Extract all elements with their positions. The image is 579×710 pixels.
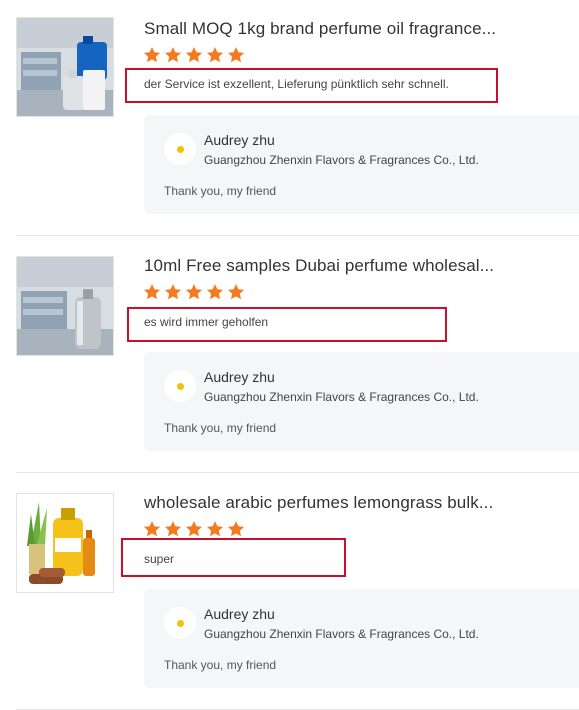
highlight-box [121, 538, 346, 577]
star-icon [164, 47, 182, 63]
star-icon [227, 284, 245, 300]
seller-avatar [164, 607, 196, 639]
reply-text: Thank you, my friend [164, 658, 277, 672]
divider [16, 472, 579, 473]
reply-text: Thank you, my friend [164, 421, 277, 435]
rating-stars [143, 46, 245, 64]
star-icon [143, 284, 161, 300]
seller-name: Audrey zhu [204, 132, 275, 148]
rating-stars [143, 520, 245, 538]
star-icon [227, 521, 245, 537]
star-icon [227, 47, 245, 63]
seller-name: Audrey zhu [204, 369, 275, 385]
product-title[interactable]: 10ml Free samples Dubai perfume wholesal… [144, 256, 494, 276]
product-thumbnail[interactable] [16, 256, 114, 356]
highlight-box [125, 68, 498, 103]
seller-company: Guangzhou Zhenxin Flavors & Fragrances C… [204, 390, 479, 404]
seller-avatar [164, 133, 196, 165]
product-title[interactable]: Small MOQ 1kg brand perfume oil fragranc… [144, 19, 496, 39]
seller-reply: Audrey zhu Guangzhou Zhenxin Flavors & F… [144, 115, 579, 214]
product-thumbnail[interactable] [16, 493, 114, 593]
seller-name: Audrey zhu [204, 606, 275, 622]
product-thumbnail[interactable] [16, 17, 114, 117]
seller-reply: Audrey zhu Guangzhou Zhenxin Flavors & F… [144, 589, 579, 688]
seller-reply: Audrey zhu Guangzhou Zhenxin Flavors & F… [144, 352, 579, 451]
seller-avatar [164, 370, 196, 402]
star-icon [185, 47, 203, 63]
star-icon [206, 284, 224, 300]
seller-company: Guangzhou Zhenxin Flavors & Fragrances C… [204, 153, 479, 167]
highlight-box [127, 307, 447, 342]
star-icon [185, 521, 203, 537]
product-title[interactable]: wholesale arabic perfumes lemongrass bul… [144, 493, 493, 513]
star-icon [143, 47, 161, 63]
seller-company: Guangzhou Zhenxin Flavors & Fragrances C… [204, 627, 479, 641]
star-icon [164, 284, 182, 300]
reply-text: Thank you, my friend [164, 184, 277, 198]
rating-stars [143, 283, 245, 301]
star-icon [164, 521, 182, 537]
star-icon [206, 47, 224, 63]
star-icon [206, 521, 224, 537]
divider [16, 235, 579, 236]
star-icon [185, 284, 203, 300]
star-icon [143, 521, 161, 537]
